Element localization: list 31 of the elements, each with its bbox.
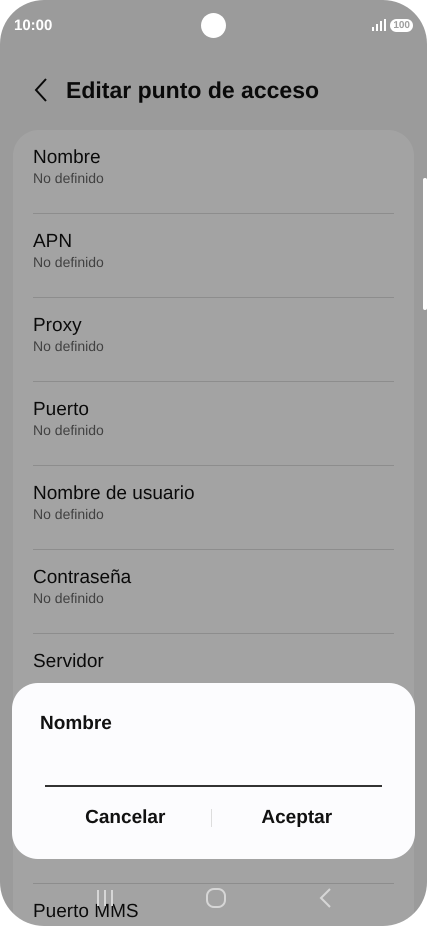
- setting-value: No definido: [33, 169, 105, 187]
- setting-label: Servidor: [33, 651, 105, 673]
- setting-row[interactable]: Nombre de usuario No definido: [33, 466, 394, 549]
- page-title: Editar punto de acceso: [66, 76, 320, 104]
- setting-row[interactable]: Puerto MMS: [33, 884, 394, 926]
- dialog-button[interactable]: Cancelar: [40, 799, 210, 837]
- setting-value: No definido: [33, 589, 105, 607]
- setting-value: No definido: [33, 337, 105, 355]
- setting-row[interactable]: Puerto No definido: [33, 382, 394, 465]
- setting-value: No definido: [33, 421, 105, 439]
- setting-row[interactable]: Proxy No definido: [33, 298, 394, 381]
- setting-label: Puerto MMS: [33, 901, 140, 923]
- setting-label: Puerto: [33, 399, 90, 421]
- setting-label: APN: [33, 231, 74, 253]
- setting-label: Nombre de usuario: [33, 483, 196, 505]
- setting-label: Contraseña: [33, 567, 132, 589]
- setting-row[interactable]: Nombre No definido: [33, 130, 394, 213]
- status-time: 10:00: [14, 16, 52, 34]
- back-icon[interactable]: [34, 78, 48, 102]
- setting-label: Nombre: [33, 147, 102, 169]
- dialog-title: Nombre: [40, 713, 113, 735]
- scrollbar[interactable]: [423, 178, 427, 310]
- camera-hole: [201, 13, 226, 38]
- setting-value: No definido: [33, 505, 105, 523]
- setting-label: Proxy: [33, 315, 83, 337]
- dialog-button[interactable]: Aceptar: [212, 799, 382, 837]
- setting-value: No definido: [33, 253, 105, 271]
- signal-icon: [372, 19, 386, 31]
- setting-row[interactable]: Contraseña No definido: [33, 550, 394, 633]
- battery-level: 100: [390, 18, 413, 32]
- setting-row[interactable]: APN No definido: [33, 214, 394, 297]
